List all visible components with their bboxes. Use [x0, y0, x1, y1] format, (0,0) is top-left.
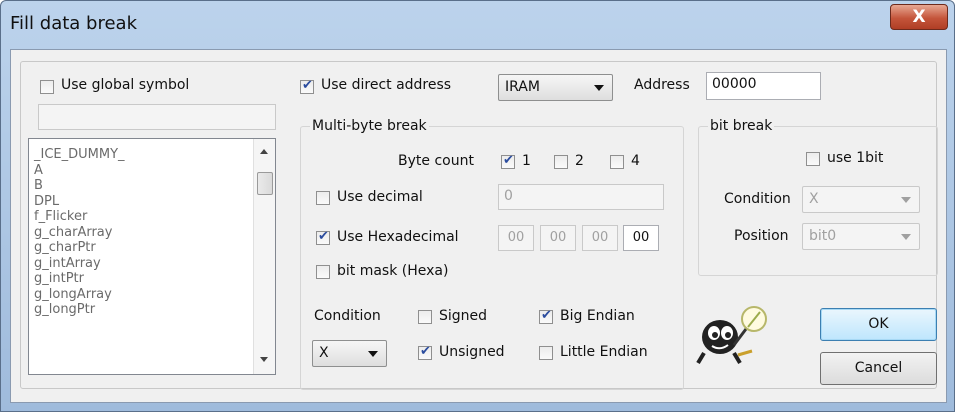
use-hexadecimal-label: Use Hexadecimal [337, 229, 459, 245]
signed-label: Signed [439, 308, 488, 324]
byte-count-2-checkbox[interactable] [554, 155, 568, 169]
condition-value: X [319, 345, 329, 361]
chevron-down-icon [901, 197, 911, 203]
ok-button[interactable]: OK [820, 308, 937, 341]
multi-byte-group-label: Multi-byte break [310, 118, 429, 134]
bit-position-label: Position [734, 228, 789, 244]
address-input[interactable]: 00000 [706, 72, 821, 100]
hex-byte-2-input[interactable]: 00 [540, 225, 576, 251]
symbol-list-item[interactable]: g_intPtr [34, 271, 84, 286]
symbol-list-item[interactable]: g_charPtr [34, 240, 96, 255]
use-direct-address-checkbox[interactable] [300, 78, 314, 94]
signed-checkbox[interactable] [418, 310, 432, 324]
hex-byte-0-input[interactable]: 00 [623, 225, 659, 251]
use-direct-address-label: Use direct address [321, 77, 452, 93]
unsigned-checkbox[interactable] [418, 344, 432, 360]
chevron-down-icon [901, 234, 911, 240]
use-decimal-checkbox[interactable] [316, 191, 330, 205]
use-global-symbol-label: Use global symbol [61, 77, 190, 93]
memory-type-value: IRAM [505, 79, 540, 95]
unsigned-label: Unsigned [439, 344, 505, 360]
use-1bit-checkbox[interactable] [806, 152, 820, 166]
byte-count-label: Byte count [398, 153, 474, 169]
bit-break-group-label: bit break [708, 118, 775, 134]
bit-mask-checkbox[interactable] [316, 265, 330, 279]
condition-select[interactable]: X [312, 340, 387, 367]
symbol-list-item[interactable]: B [34, 178, 43, 193]
symbol-list-item[interactable]: _ICE_DUMMY_ [34, 147, 125, 162]
little-endian-label: Little Endian [560, 344, 648, 360]
close-icon: X [912, 7, 926, 27]
little-endian-checkbox[interactable] [539, 346, 553, 360]
symbol-list-item[interactable]: f_Flicker [34, 209, 87, 224]
bit-condition-select[interactable]: X [802, 186, 920, 213]
symbol-list-item[interactable]: g_longPtr [34, 302, 95, 317]
byte-count-2-label: 2 [575, 153, 584, 169]
scroll-down-icon[interactable] [260, 357, 268, 362]
close-button[interactable]: X [890, 4, 948, 30]
bit-position-value: bit0 [809, 228, 837, 244]
bit-position-select[interactable]: bit0 [802, 223, 920, 250]
byte-count-1-checkbox[interactable] [501, 153, 515, 169]
byte-count-4-label: 4 [631, 153, 640, 169]
decimal-value-input[interactable]: 0 [498, 184, 664, 210]
symbol-filter-input[interactable] [38, 104, 276, 130]
address-label: Address [634, 77, 690, 93]
byte-count-1-label: 1 [522, 153, 531, 169]
hex-byte-3-input[interactable]: 00 [498, 225, 534, 251]
use-hexadecimal-checkbox[interactable] [316, 229, 330, 245]
symbol-list-item[interactable]: A [34, 163, 43, 178]
use-1bit-label: use 1bit [827, 150, 884, 166]
chevron-down-icon [594, 85, 604, 91]
symbol-list-item[interactable]: DPL [34, 194, 59, 209]
symbol-list-scrollbar[interactable] [253, 139, 275, 374]
cancel-button[interactable]: Cancel [820, 352, 937, 385]
use-global-symbol-checkbox[interactable] [40, 80, 54, 94]
condition-label: Condition [314, 308, 381, 324]
big-endian-checkbox[interactable] [539, 308, 553, 324]
window-title: Fill data break [10, 13, 137, 34]
byte-count-4-checkbox[interactable] [610, 155, 624, 169]
memory-type-select[interactable]: IRAM [498, 74, 613, 101]
bit-condition-value: X [809, 191, 819, 207]
title-bar[interactable]: Fill data break X [1, 1, 954, 49]
symbol-list[interactable]: _ICE_DUMMY_ A B DPL f_Flicker g_charArray g_ch… [28, 138, 276, 375]
use-decimal-label: Use decimal [337, 189, 423, 205]
scroll-up-icon[interactable] [260, 149, 268, 154]
scroll-thumb[interactable] [257, 172, 273, 195]
bit-mask-label: bit mask (Hexa) [337, 263, 449, 279]
bit-condition-label: Condition [724, 191, 791, 207]
dialog-window: Fill data break X Use global symbol _ICE… [0, 0, 955, 412]
hex-byte-1-input[interactable]: 00 [582, 225, 618, 251]
mascot-icon [696, 306, 767, 365]
symbol-list-item[interactable]: g_intArray [34, 256, 101, 271]
symbol-list-item[interactable]: g_charArray [34, 225, 112, 240]
symbol-list-item[interactable]: g_longArray [34, 287, 112, 302]
chevron-down-icon [368, 351, 378, 357]
big-endian-label: Big Endian [560, 308, 635, 324]
